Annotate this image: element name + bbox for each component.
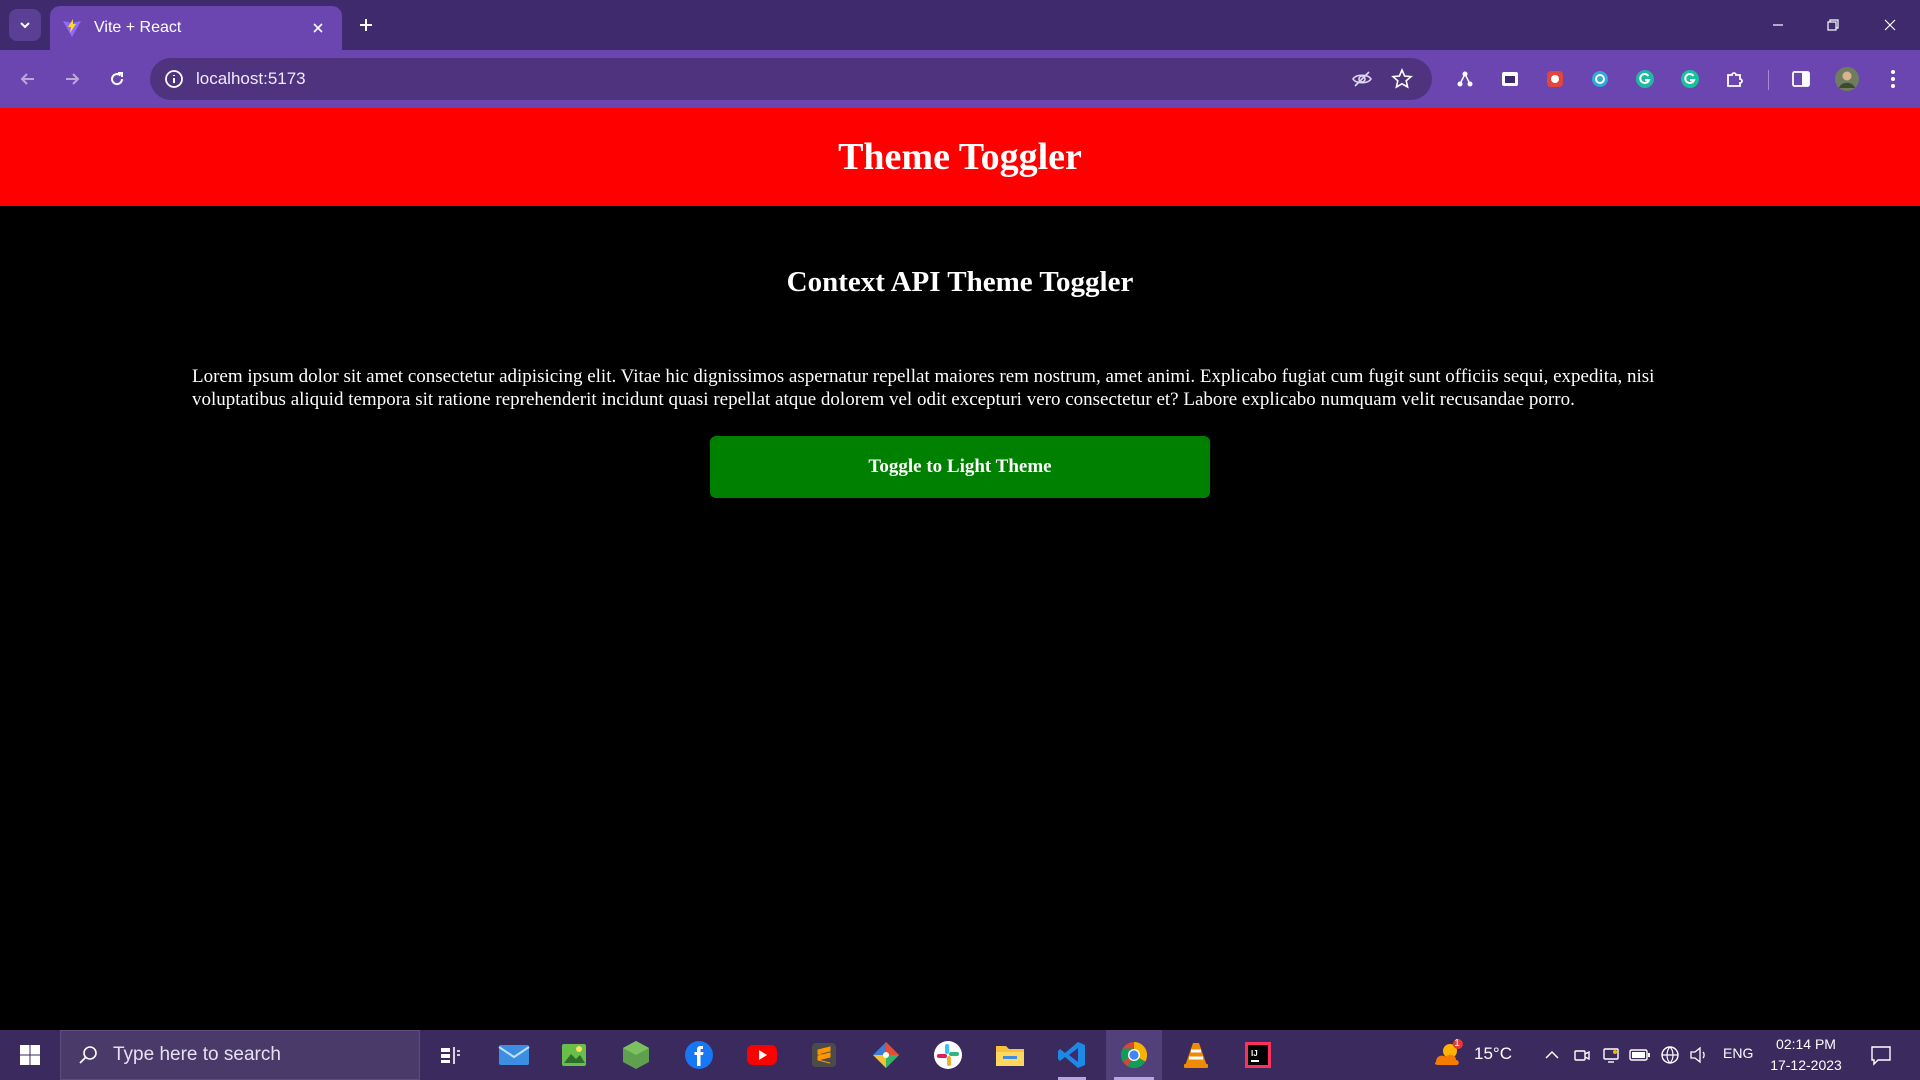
plus-icon xyxy=(360,19,372,31)
network-globe-icon[interactable] xyxy=(1658,1043,1682,1067)
display-tray-icon[interactable] xyxy=(1599,1043,1623,1067)
windows-logo-icon xyxy=(20,1045,40,1065)
start-button[interactable] xyxy=(0,1030,60,1080)
close-window-button[interactable] xyxy=(1870,8,1910,42)
extension-red-icon[interactable] xyxy=(1540,64,1570,94)
svg-text:IJ: IJ xyxy=(1251,1049,1258,1058)
taskbar-search[interactable]: Type here to search xyxy=(60,1030,420,1080)
vite-logo-icon xyxy=(62,18,82,38)
app-header: Theme Toggler xyxy=(0,108,1920,206)
weather-badge-count: 1 xyxy=(1454,1038,1460,1049)
facebook-app-icon[interactable] xyxy=(671,1030,727,1080)
address-bar[interactable]: localhost:5173 xyxy=(150,58,1432,100)
intellij-app-icon[interactable]: IJ xyxy=(1230,1030,1286,1080)
battery-icon[interactable] xyxy=(1628,1043,1652,1067)
search-icon xyxy=(79,1046,97,1064)
input-language[interactable]: ENG xyxy=(1723,1045,1753,1061)
toolbar-separator xyxy=(1768,70,1769,90)
task-view-icon[interactable] xyxy=(422,1030,478,1080)
chevron-down-icon xyxy=(20,22,30,29)
bookmark-star-icon[interactable] xyxy=(1390,67,1414,91)
extension-graph-icon[interactable] xyxy=(1450,64,1480,94)
site-info-icon[interactable] xyxy=(162,67,186,91)
eye-off-icon[interactable] xyxy=(1350,67,1374,91)
reload-button[interactable] xyxy=(100,62,134,96)
minimize-button[interactable] xyxy=(1758,8,1798,42)
clock-date: 17-12-2023 xyxy=(1770,1057,1842,1073)
reload-icon xyxy=(111,72,124,86)
restore-icon xyxy=(1827,19,1839,31)
side-panel-icon[interactable] xyxy=(1786,64,1816,94)
browser-tab-strip: Vite + React xyxy=(0,0,1920,50)
body-paragraph: Lorem ipsum dolor sit amet consectetur a… xyxy=(192,366,1655,410)
back-button[interactable] xyxy=(11,62,45,96)
grammarly-icon[interactable] xyxy=(1630,64,1660,94)
extension-eye-icon[interactable] xyxy=(1585,64,1615,94)
extension-window-icon[interactable] xyxy=(1495,64,1525,94)
extensions-puzzle-icon[interactable] xyxy=(1720,64,1750,94)
vscode-app-icon[interactable] xyxy=(1044,1030,1100,1080)
arrow-left-icon xyxy=(20,73,34,85)
chevron-up-icon[interactable] xyxy=(1540,1043,1564,1067)
weather-widget[interactable]: 15°C xyxy=(1432,1038,1512,1070)
grammarly-alt-icon[interactable] xyxy=(1675,64,1705,94)
forward-button[interactable] xyxy=(55,62,89,96)
search-placeholder: Type here to search xyxy=(113,1044,281,1065)
notification-center-icon[interactable] xyxy=(1868,1042,1894,1068)
clock-time: 02:14 PM xyxy=(1776,1036,1836,1052)
page-viewport: Theme Toggler Context API Theme Toggler … xyxy=(0,108,1920,1030)
new-tab-button[interactable] xyxy=(352,11,380,39)
photos-app-icon[interactable] xyxy=(546,1030,602,1080)
youtube-app-icon[interactable] xyxy=(734,1030,790,1080)
toggle-theme-button[interactable]: Toggle to Light Theme xyxy=(710,436,1210,498)
chrome-app-icon[interactable] xyxy=(1106,1030,1162,1080)
file-explorer-app-icon[interactable] xyxy=(982,1030,1038,1080)
weather-temperature: 15°C xyxy=(1474,1044,1512,1063)
profile-avatar[interactable] xyxy=(1832,64,1862,94)
mail-app-icon[interactable] xyxy=(486,1030,542,1080)
windows-taskbar: Type here to search IJ 15°C 1 ENG 02:14 … xyxy=(0,1030,1920,1080)
close-icon xyxy=(1884,19,1896,31)
vlc-app-icon[interactable] xyxy=(1168,1030,1224,1080)
browser-tab-active[interactable]: Vite + React xyxy=(50,6,342,50)
arrow-right-icon xyxy=(66,73,80,85)
system-clock[interactable]: 02:14 PM 17-12-2023 xyxy=(1764,1034,1848,1076)
tab-search-button[interactable] xyxy=(9,9,41,41)
url-text[interactable]: localhost:5173 xyxy=(196,69,306,89)
close-tab-icon[interactable] xyxy=(306,16,330,40)
volume-icon[interactable] xyxy=(1687,1043,1711,1067)
page-subtitle: Context API Theme Toggler xyxy=(786,266,1134,298)
nodejs-app-icon[interactable] xyxy=(608,1030,664,1080)
git-app-icon[interactable] xyxy=(858,1030,914,1080)
meet-now-icon[interactable] xyxy=(1570,1043,1594,1067)
slack-app-icon[interactable] xyxy=(920,1030,976,1080)
app-title: Theme Toggler xyxy=(838,136,1082,178)
restore-button[interactable] xyxy=(1813,8,1853,42)
tab-title: Vite + React xyxy=(94,19,182,36)
browser-toolbar: localhost:5173 xyxy=(0,50,1920,108)
menu-kebab-icon[interactable] xyxy=(1878,64,1908,94)
minimize-icon xyxy=(1773,24,1783,26)
sublime-text-app-icon[interactable] xyxy=(796,1030,852,1080)
